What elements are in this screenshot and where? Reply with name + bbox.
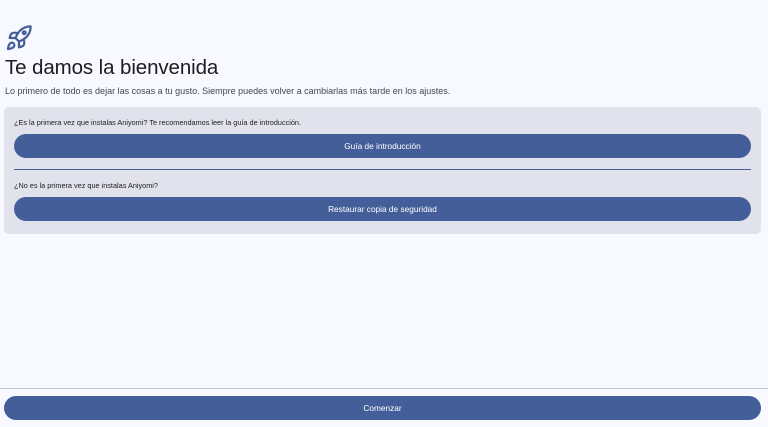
- page-subtitle: Lo primero de todo es dejar las cosas a …: [5, 86, 451, 96]
- guide-button[interactable]: Guía de introducción: [14, 134, 751, 158]
- getting-started-card: ¿Es la primera vez que instalas Aniyomi?…: [4, 107, 761, 234]
- page-title: Te damos la bienvenida: [5, 56, 219, 79]
- restore-backup-button-label: Restaurar copia de seguridad: [328, 204, 437, 214]
- returning-user-text: ¿No es la primera vez que instalas Aniyo…: [14, 181, 158, 190]
- rocket-icon: [6, 25, 32, 51]
- onboarding-screen: Te damos la bienvenida Lo primero de tod…: [0, 0, 768, 427]
- first-time-text: ¿Es la primera vez que instalas Aniyomi?…: [14, 118, 302, 127]
- footer-divider: [0, 388, 768, 389]
- start-button-label: Comenzar: [363, 403, 402, 413]
- guide-button-label: Guía de introducción: [344, 141, 421, 151]
- restore-backup-button[interactable]: Restaurar copia de seguridad: [14, 197, 751, 221]
- start-button[interactable]: Comenzar: [4, 396, 761, 420]
- card-divider: [14, 169, 751, 170]
